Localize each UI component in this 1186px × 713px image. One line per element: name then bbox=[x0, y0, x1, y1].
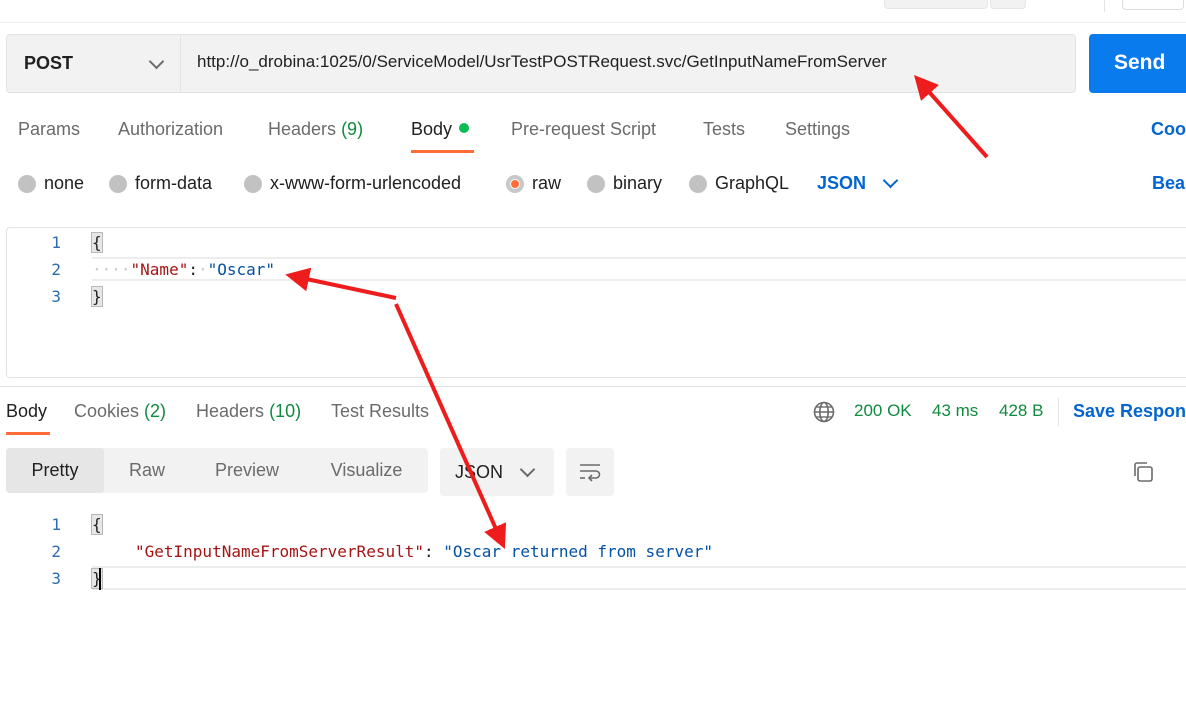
annotation-arrow bbox=[914, 75, 989, 159]
annotation-overlay bbox=[285, 75, 989, 549]
annotation-arrow bbox=[394, 303, 507, 549]
annotation-arrow bbox=[285, 267, 397, 300]
